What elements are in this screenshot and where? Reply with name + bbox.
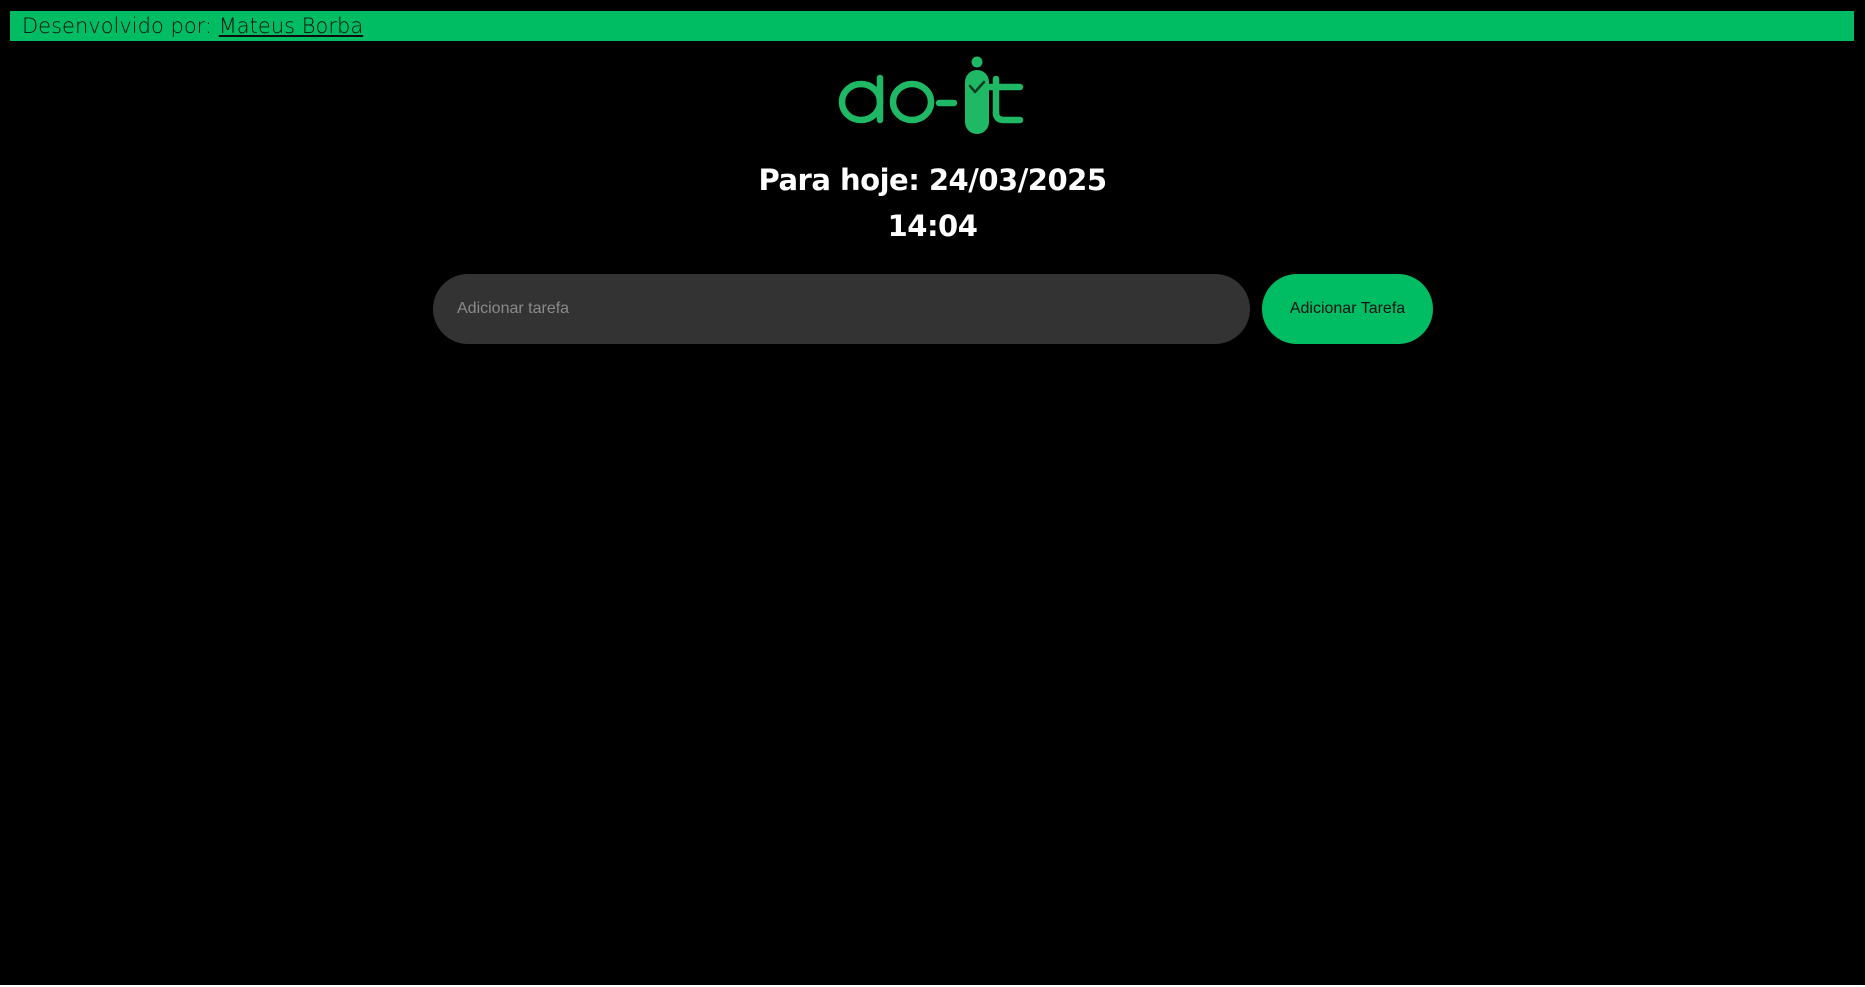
developer-credit-prefix: Desenvolvido por: <box>22 14 219 38</box>
do-it-logo <box>838 56 1024 134</box>
current-time-heading: 14:04 <box>887 209 978 243</box>
task-input[interactable] <box>433 274 1250 344</box>
today-date-heading: Para hoje: 24/03/2025 <box>758 163 1108 197</box>
app-root: Desenvolvido por: Mateus Borba Para hoje… <box>0 0 1865 985</box>
add-task-button[interactable]: Adicionar Tarefa <box>1262 274 1433 344</box>
developer-author-link[interactable]: Mateus Borba <box>219 14 364 38</box>
developer-credit-bar: Desenvolvido por: Mateus Borba <box>10 11 1854 41</box>
